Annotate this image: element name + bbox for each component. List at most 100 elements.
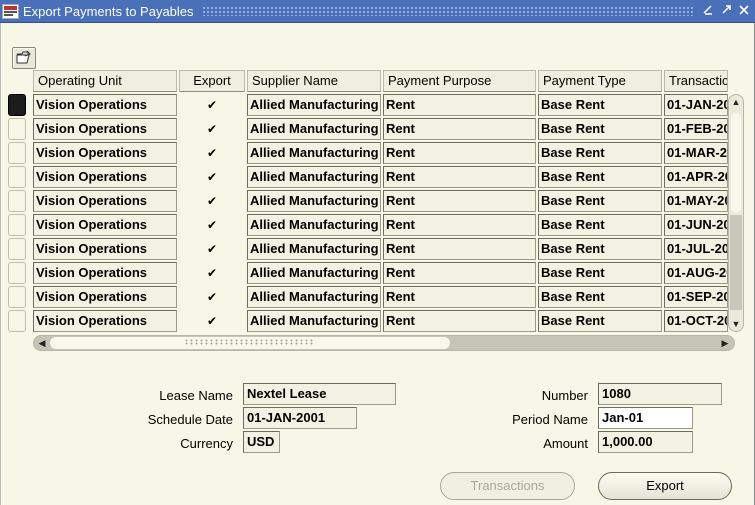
vertical-scroll-thumb[interactable] <box>731 113 741 213</box>
transaction-date-cell[interactable]: 01-MAY-2001 <box>664 190 728 212</box>
schedule-date-field[interactable]: 01-JAN-2001 <box>243 407 357 429</box>
row-selector[interactable] <box>8 118 26 140</box>
row-selector[interactable] <box>8 166 26 188</box>
supplier-name-cell[interactable]: Allied Manufacturing <box>247 214 381 236</box>
transaction-date-cell[interactable]: 01-FEB-2001 <box>664 118 728 140</box>
col-header-transaction[interactable]: Transactic <box>664 70 728 92</box>
lease-name-field[interactable]: Nextel Lease <box>243 383 396 405</box>
row-selector[interactable] <box>8 190 26 212</box>
col-header-payment-purpose[interactable]: Payment Purpose <box>383 70 536 92</box>
payment-type-cell[interactable]: Base Rent <box>538 238 662 260</box>
row-selector[interactable] <box>8 286 26 308</box>
payment-type-cell[interactable]: Base Rent <box>538 262 662 284</box>
vertical-scroll-track[interactable] <box>730 215 742 310</box>
col-header-supplier-name[interactable]: Supplier Name <box>247 70 381 92</box>
row-selector[interactable] <box>8 262 26 284</box>
export-checkbox[interactable]: ✔ <box>206 267 218 279</box>
amount-field[interactable]: 1,000.00 <box>598 431 693 453</box>
close-icon[interactable] <box>737 4 751 18</box>
supplier-name-cell[interactable]: Allied Manufacturing <box>247 166 381 188</box>
payment-purpose-cell[interactable]: Rent <box>383 214 536 236</box>
horizontal-scrollbar[interactable]: ◀ ▶ <box>33 335 735 351</box>
payment-type-cell[interactable]: Base Rent <box>538 118 662 140</box>
transactions-button[interactable]: Transactions <box>440 472 575 500</box>
payment-type-cell[interactable]: Base Rent <box>538 190 662 212</box>
payment-type-cell[interactable]: Base Rent <box>538 94 662 116</box>
export-checkbox[interactable]: ✔ <box>206 99 218 111</box>
payment-purpose-cell[interactable]: Rent <box>383 118 536 140</box>
operating-unit-cell[interactable]: Vision Operations <box>33 118 177 140</box>
col-header-payment-type[interactable]: Payment Type <box>538 70 662 92</box>
folder-open-button[interactable] <box>12 47 36 69</box>
export-checkbox[interactable]: ✔ <box>206 147 218 159</box>
export-checkbox[interactable]: ✔ <box>206 171 218 183</box>
operating-unit-cell[interactable]: Vision Operations <box>33 94 177 116</box>
oracle-app-icon <box>2 3 19 19</box>
payment-type-cell[interactable]: Base Rent <box>538 142 662 164</box>
supplier-name-cell[interactable]: Allied Manufacturing <box>247 118 381 140</box>
vertical-scrollbar[interactable]: ▲ ▼ <box>728 94 744 332</box>
payment-purpose-cell[interactable]: Rent <box>383 142 536 164</box>
currency-field[interactable]: USD <box>243 431 280 453</box>
title-bar: Export Payments to Payables <box>0 0 755 23</box>
scroll-left-icon[interactable]: ◀ <box>37 338 47 348</box>
operating-unit-cell[interactable]: Vision Operations <box>33 238 177 260</box>
export-checkbox[interactable]: ✔ <box>206 315 218 327</box>
supplier-name-cell[interactable]: Allied Manufacturing <box>247 190 381 212</box>
row-selector[interactable] <box>8 214 26 236</box>
operating-unit-cell[interactable]: Vision Operations <box>33 214 177 236</box>
number-field[interactable]: 1080 <box>598 383 722 405</box>
row-selector[interactable] <box>8 94 26 116</box>
lease-name-label: Lease Name <box>159 388 233 403</box>
transaction-date-cell[interactable]: 01-JAN-2001 <box>664 94 728 116</box>
col-header-operating-unit[interactable]: Operating Unit <box>33 70 177 92</box>
payment-purpose-cell[interactable]: Rent <box>383 94 536 116</box>
export-checkbox[interactable]: ✔ <box>206 291 218 303</box>
row-selector[interactable] <box>8 238 26 260</box>
supplier-name-cell[interactable]: Allied Manufacturing <box>247 94 381 116</box>
scroll-down-icon[interactable]: ▼ <box>731 319 741 329</box>
period-name-field[interactable]: Jan-01 <box>598 407 693 429</box>
export-button[interactable]: Export <box>598 472 732 500</box>
payment-type-cell[interactable]: Base Rent <box>538 214 662 236</box>
supplier-name-cell[interactable]: Allied Manufacturing <box>247 310 381 332</box>
maximize-icon[interactable] <box>719 4 733 18</box>
operating-unit-cell[interactable]: Vision Operations <box>33 262 177 284</box>
export-checkbox[interactable]: ✔ <box>206 219 218 231</box>
payment-purpose-cell[interactable]: Rent <box>383 238 536 260</box>
operating-unit-cell[interactable]: Vision Operations <box>33 166 177 188</box>
supplier-name-cell[interactable]: Allied Manufacturing <box>247 238 381 260</box>
payment-purpose-cell[interactable]: Rent <box>383 166 536 188</box>
row-selector[interactable] <box>8 310 26 332</box>
transaction-date-cell[interactable]: 01-JUL-2001 <box>664 238 728 260</box>
payment-purpose-cell[interactable]: Rent <box>383 262 536 284</box>
transaction-date-cell[interactable]: 01-MAR-2001 <box>664 142 728 164</box>
folder-open-icon <box>16 50 32 67</box>
minimize-icon[interactable] <box>701 4 715 18</box>
supplier-name-cell[interactable]: Allied Manufacturing <box>247 262 381 284</box>
export-checkbox[interactable]: ✔ <box>206 195 218 207</box>
col-header-export[interactable]: Export <box>179 70 245 92</box>
transaction-date-cell[interactable]: 01-AUG-2001 <box>664 262 728 284</box>
transaction-date-cell[interactable]: 01-SEP-2001 <box>664 286 728 308</box>
operating-unit-cell[interactable]: Vision Operations <box>33 310 177 332</box>
transaction-date-cell[interactable]: 01-APR-2001 <box>664 166 728 188</box>
payment-purpose-cell[interactable]: Rent <box>383 190 536 212</box>
supplier-name-cell[interactable]: Allied Manufacturing <box>247 142 381 164</box>
operating-unit-cell[interactable]: Vision Operations <box>33 142 177 164</box>
operating-unit-cell[interactable]: Vision Operations <box>33 190 177 212</box>
payment-type-cell[interactable]: Base Rent <box>538 310 662 332</box>
operating-unit-cell[interactable]: Vision Operations <box>33 286 177 308</box>
payment-purpose-cell[interactable]: Rent <box>383 310 536 332</box>
supplier-name-cell[interactable]: Allied Manufacturing <box>247 286 381 308</box>
scroll-right-icon[interactable]: ▶ <box>720 338 730 348</box>
export-checkbox[interactable]: ✔ <box>206 243 218 255</box>
payment-type-cell[interactable]: Base Rent <box>538 286 662 308</box>
transaction-date-cell[interactable]: 01-OCT-2001 <box>664 310 728 332</box>
scroll-up-icon[interactable]: ▲ <box>731 97 741 107</box>
export-checkbox[interactable]: ✔ <box>206 123 218 135</box>
transaction-date-cell[interactable]: 01-JUN-2001 <box>664 214 728 236</box>
payment-purpose-cell[interactable]: Rent <box>383 286 536 308</box>
payment-type-cell[interactable]: Base Rent <box>538 166 662 188</box>
row-selector[interactable] <box>8 142 26 164</box>
